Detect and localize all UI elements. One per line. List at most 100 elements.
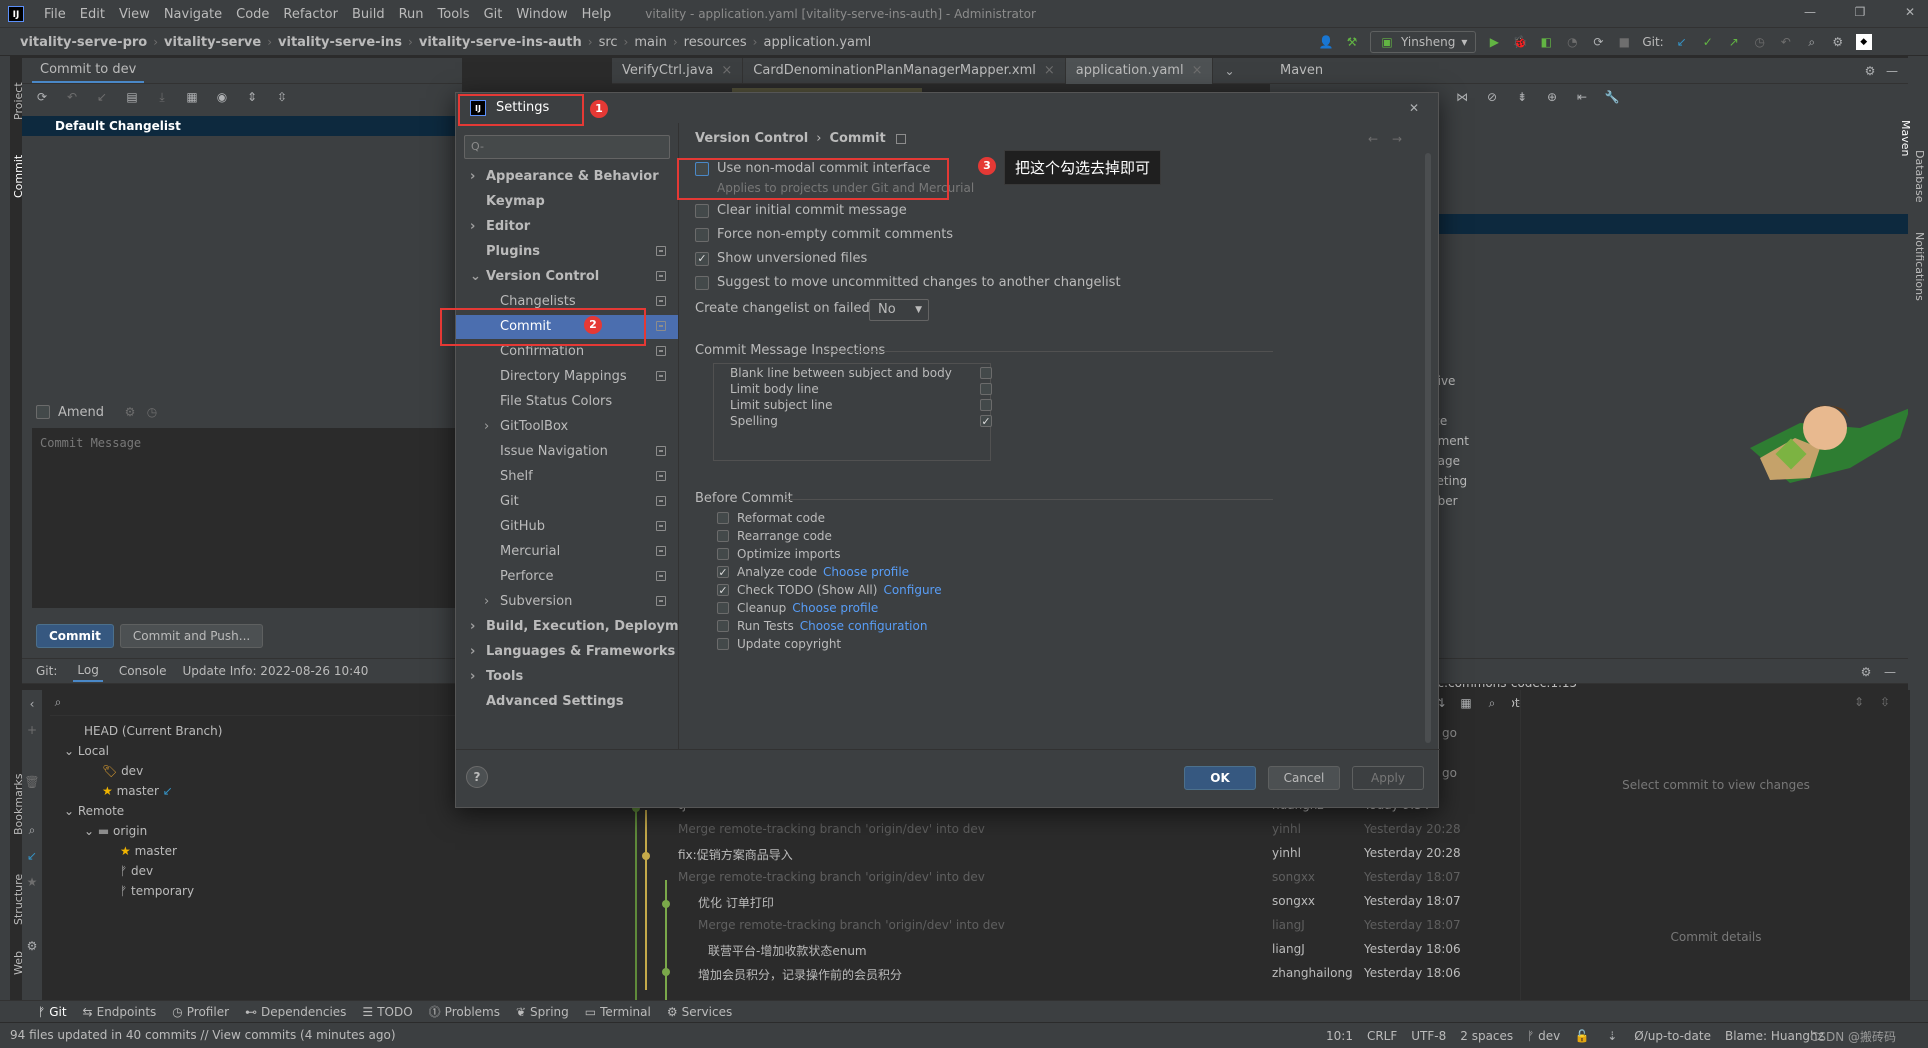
graph-options-icon[interactable]: ▦	[1458, 695, 1474, 711]
collapse-all-icon[interactable]: ⇳	[274, 89, 290, 105]
maven-tool-tab[interactable]: Maven	[1899, 120, 1912, 156]
tool-tab-dependencies[interactable]: ⊷ Dependencies	[245, 1005, 346, 1019]
maven-hide-icon[interactable]: —	[1884, 63, 1900, 79]
ok-button[interactable]: OK	[1184, 766, 1256, 790]
before-commit-link[interactable]: Choose profile	[823, 565, 909, 579]
tool-tab-spring[interactable]: ❦ Spring	[516, 1005, 569, 1019]
before-commit-option[interactable]: Reformat code	[717, 511, 825, 525]
diff-icon[interactable]: ▤	[124, 89, 140, 105]
git-branch-widget[interactable]: ᚠ dev	[1527, 1029, 1560, 1043]
settings-nav-item[interactable]: Directory Mappings	[456, 365, 678, 389]
refresh-icon[interactable]: ⟳	[34, 89, 50, 105]
default-changelist[interactable]: Default Changelist	[22, 116, 462, 136]
settings-nav-item[interactable]: › Appearance & Behavior	[456, 165, 678, 189]
breadcrumb-item[interactable]: application.yaml	[763, 35, 871, 50]
log-row[interactable]: Merge remote-tracking branch 'origin/dev…	[612, 870, 1512, 894]
git-window-settings-icon[interactable]: ⚙	[1858, 664, 1874, 680]
option-checkbox[interactable]	[695, 203, 709, 218]
before-commit-checkbox[interactable]	[717, 602, 729, 614]
editor-tab[interactable]: VerifyCtrl.java ×	[612, 57, 744, 84]
before-commit-checkbox[interactable]	[717, 530, 729, 542]
before-commit-link[interactable]: Choose profile	[792, 601, 878, 615]
remote-branch-temporary[interactable]: ᚠ temporary	[120, 884, 194, 898]
settings-nav-item[interactable]: ⌄ Version Control	[456, 265, 678, 289]
minimize-icon[interactable]: —	[1802, 4, 1818, 20]
local-branch-dev[interactable]: 🏷 dev	[102, 764, 143, 778]
breadcrumb-item[interactable]: resources	[684, 35, 747, 50]
settings-gear-icon[interactable]: ⚙	[1830, 34, 1846, 50]
settings-nav-item[interactable]: › Build, Execution, Deployment	[456, 615, 703, 639]
before-commit-option[interactable]: Run Tests Choose configuration	[717, 619, 927, 633]
settings-nav-item[interactable]: › Editor	[456, 215, 678, 239]
log-row[interactable]: 联营平台-增加收款状态enum liangJ Yesterday 18:06	[612, 942, 1512, 966]
apply-button[interactable]: Apply	[1352, 766, 1424, 790]
file-encoding[interactable]: UTF-8	[1411, 1029, 1446, 1043]
editor-tab[interactable]: application.yaml ×	[1065, 57, 1214, 84]
help-button[interactable]: ?	[466, 766, 488, 788]
profile-icon[interactable]: ◔	[1564, 34, 1580, 50]
commit-option[interactable]: Clear initial commit message	[695, 203, 907, 218]
git-window-hide-icon[interactable]: —	[1882, 664, 1898, 680]
notifications-tool-tab[interactable]: Notifications	[1913, 232, 1926, 301]
tabs-dropdown-icon[interactable]: ⌄	[1221, 63, 1237, 79]
amend-settings-icon[interactable]: ⚙	[122, 404, 138, 420]
commit-button[interactable]: Commit	[36, 624, 114, 648]
git-rollback-icon[interactable]: ↶	[1778, 34, 1794, 50]
menu-build[interactable]: Build	[352, 7, 385, 22]
close-window-icon[interactable]: ✕	[1902, 4, 1918, 20]
commit-option[interactable]: Force non-empty commit comments	[695, 227, 953, 242]
settings-nav-item[interactable]: Perforce	[456, 565, 678, 589]
settings-search-input[interactable]: Q-	[464, 135, 670, 159]
inspection-row[interactable]: Blank line between subject and body	[730, 366, 992, 380]
before-commit-option[interactable]: Update copyright	[717, 637, 841, 651]
inspection-row[interactable]: Limit body line	[730, 382, 992, 396]
search-everywhere-icon[interactable]: ⌕	[1804, 34, 1820, 50]
chevron-right-icon[interactable]: ›	[470, 215, 475, 239]
commit-option[interactable]: Suggest to move uncommitted changes to a…	[695, 275, 1121, 290]
before-commit-link[interactable]: Configure	[883, 583, 941, 597]
breadcrumb-item[interactable]: vitality-serve	[164, 35, 261, 50]
stop-icon[interactable]: ■	[1616, 34, 1632, 50]
maven-collapse-icon[interactable]: ⇤	[1574, 89, 1590, 105]
inspection-checkbox[interactable]: ✓	[980, 415, 992, 428]
local-node[interactable]: ⌄ Local	[64, 744, 109, 758]
tool-tab-endpoints[interactable]: ⇆ Endpoints	[83, 1005, 157, 1019]
git-push-icon[interactable]: ↗	[1726, 34, 1742, 50]
menu-window[interactable]: Window	[516, 7, 567, 22]
editor-tab[interactable]: CardDenominationPlanManagerMapper.xml ×	[743, 57, 1066, 84]
option-checkbox[interactable]	[695, 227, 709, 242]
before-commit-option[interactable]: ✓ Analyze code Choose profile	[717, 565, 909, 579]
view-options-icon[interactable]: ◉	[214, 89, 230, 105]
maven-offline-icon[interactable]: ⊘	[1484, 89, 1500, 105]
settings-nav-item[interactable]: Advanced Settings	[456, 690, 678, 714]
collapse-tree-icon[interactable]: ‹	[24, 696, 40, 712]
before-commit-option[interactable]: Optimize imports	[717, 547, 841, 561]
run-config-select[interactable]: ▣ Yinsheng ▾	[1370, 31, 1477, 53]
tab-close-icon[interactable]: ×	[1044, 63, 1055, 78]
commit-panel-tab[interactable]: Commit to dev	[32, 58, 145, 83]
git-history-icon[interactable]: ◷	[1752, 34, 1768, 50]
menu-navigate[interactable]: Navigate	[164, 7, 222, 22]
log-row[interactable]: fix:促销方案商品导入 yinhl Yesterday 20:28	[612, 846, 1512, 870]
inspection-row[interactable]: Limit subject line	[730, 398, 992, 412]
dialog-close-icon[interactable]: ✕	[1406, 100, 1422, 116]
fetch-icon[interactable]: ↙	[24, 848, 40, 864]
breadcrumb-item[interactable]: vitality-serve-ins	[278, 35, 402, 50]
settings-nav-item[interactable]: Git	[456, 490, 678, 514]
favorite-icon[interactable]: ★	[24, 874, 40, 890]
local-branch-master[interactable]: ★ master ↙	[102, 784, 173, 798]
menu-tools[interactable]: Tools	[438, 7, 470, 22]
chevron-right-icon[interactable]: ›	[484, 415, 489, 439]
coverage-icon[interactable]: ◧	[1538, 34, 1554, 50]
tab-console[interactable]: Console	[119, 664, 167, 678]
chevron-right-icon[interactable]: ›	[470, 615, 475, 639]
breadcrumb-item[interactable]: main	[634, 35, 666, 50]
pull-icon[interactable]: ⇣	[1604, 1028, 1620, 1044]
settings-nav-item[interactable]: › Tools	[456, 665, 678, 689]
chevron-down-icon[interactable]: ⌄	[470, 265, 481, 289]
tool-tab-problems[interactable]: ⓵ Problems	[429, 1003, 500, 1020]
failed-commit-select[interactable]: No ▼	[869, 299, 929, 321]
settings-nav-item[interactable]: File Status Colors	[456, 390, 678, 414]
debug-icon[interactable]: 🐞	[1512, 34, 1528, 50]
expand-all-icon[interactable]: ⇕	[244, 89, 260, 105]
